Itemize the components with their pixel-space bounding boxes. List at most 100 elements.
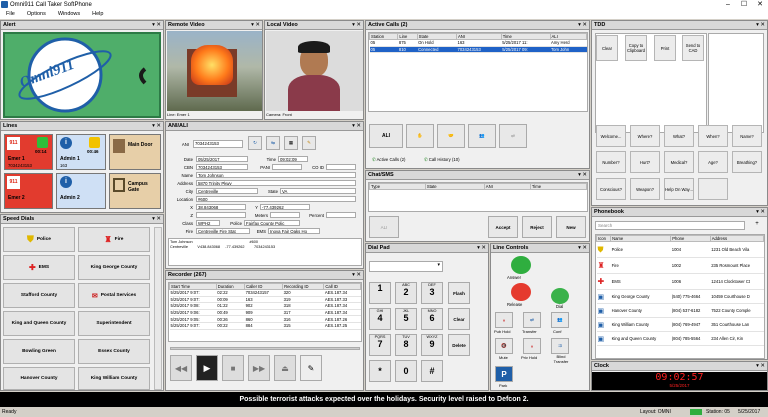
line-admin-1[interactable]: i 00:46 Admin 1 163: [56, 134, 106, 170]
speed-dial-king-and-queen[interactable]: King and Queen County: [3, 311, 75, 336]
panel-controls[interactable]: ▾ ✕: [477, 244, 486, 253]
table-row[interactable]: ▣ King George County (540) 775-4664 10459 C…: [596, 289, 764, 304]
transfer-icon[interactable]: ⇆: [266, 136, 280, 150]
key-6[interactable]: MNO 6: [421, 308, 443, 330]
table-row[interactable]: 05 875 On Hold 163 5/25/2017 11: Amy Herd: [369, 39, 587, 47]
transfer-icon[interactable]: ⇄: [499, 124, 527, 148]
column-header[interactable]: Type: [369, 183, 426, 190]
line-emer-1[interactable]: 911 00:14 Emer 1 7034243153: [4, 134, 53, 170]
phonebook-search[interactable]: Search: [595, 221, 745, 230]
ani-field[interactable]: 7034243153: [193, 140, 243, 148]
key-5[interactable]: JKL 5: [395, 308, 417, 330]
line-emer-2[interactable]: 911 Emer 2: [4, 173, 53, 209]
menu-options[interactable]: Options: [27, 11, 46, 17]
key-1[interactable]: 1: [369, 282, 391, 304]
new-button[interactable]: New: [556, 216, 586, 238]
scrollbar[interactable]: [154, 227, 162, 390]
line-admin-2[interactable]: i Admin 2: [56, 173, 106, 209]
key-0[interactable]: 0: [395, 360, 417, 382]
mute-icon[interactable]: 🔇: [495, 338, 513, 354]
panel-controls[interactable]: ▾ ✕: [352, 122, 361, 131]
panel-controls[interactable]: ▾ ✕: [152, 21, 161, 30]
speed-dial-king-william[interactable]: King William County: [78, 367, 150, 390]
edit-icon[interactable]: ✎: [302, 136, 316, 150]
panel-controls[interactable]: ▾ ✕: [756, 208, 765, 217]
notes-icon[interactable]: ✎: [300, 355, 322, 381]
eject-button[interactable]: ⏏: [274, 355, 296, 381]
table-row[interactable]: 5/25/2017 9:07: 00:09 163 319 AES.187.33: [169, 296, 361, 304]
phrase-button[interactable]: Medical?: [664, 151, 694, 173]
table-row[interactable]: ▣ Hanover County (804) 537-6182 7522 County…: [596, 303, 764, 318]
refresh-icon[interactable]: ↻: [248, 136, 262, 150]
speed-dial-bowling-green[interactable]: Bowling Green: [3, 339, 75, 364]
speed-dial-king-george[interactable]: King George County: [78, 255, 150, 280]
flash-button[interactable]: Flash: [448, 282, 470, 304]
group-icon[interactable]: 👥: [468, 124, 496, 148]
speed-dial-ems[interactable]: ✚ EMS: [3, 255, 75, 280]
speed-dial-hanover[interactable]: Hanover County: [3, 367, 75, 390]
key-8[interactable]: TUV 8: [395, 334, 417, 356]
rewind-button[interactable]: ◀◀: [170, 355, 192, 381]
phrase-button[interactable]: Breathing?: [732, 151, 762, 173]
pub-hold-icon[interactable]: ⏸: [495, 312, 513, 328]
ali-button[interactable]: ALI: [369, 124, 403, 148]
panel-controls[interactable]: ▾ ✕: [756, 21, 765, 30]
phrase-button[interactable]: Name?: [732, 125, 762, 147]
chat-ali-button[interactable]: ALI: [369, 216, 399, 238]
speed-dial-fire[interactable]: ♜ Fire: [78, 227, 150, 252]
column-header[interactable]: Time: [529, 183, 588, 190]
fast-forward-button[interactable]: ▶▶: [248, 355, 270, 381]
answer-icon[interactable]: [511, 256, 531, 274]
table-row-selected[interactable]: 05 810 Connected 7034243153 5/25/2017 09: Tom…: [369, 46, 587, 54]
phrase-button[interactable]: Where?: [630, 125, 660, 147]
phrase-button[interactable]: [698, 178, 728, 200]
table-row[interactable]: 5/25/2017 9:06: 00:49 909 317 AES.187.34: [169, 309, 361, 317]
table-row[interactable]: ✚ EMS 1006 12414 Clocktower Ct: [596, 273, 764, 290]
phrase-button[interactable]: When?: [698, 125, 728, 147]
panel-controls[interactable]: ▾ ✕: [352, 21, 361, 30]
conference-icon[interactable]: 👥: [551, 312, 569, 328]
clear-button[interactable]: Clear: [596, 35, 618, 61]
panel-controls[interactable]: ▾ ✕: [578, 21, 587, 30]
speed-dial-superintendent[interactable]: Superintendent: [78, 311, 150, 336]
phrase-button[interactable]: Age?: [698, 151, 728, 173]
playback-slider[interactable]: [170, 347, 360, 350]
key-3[interactable]: DEF 3: [421, 282, 443, 304]
panel-controls[interactable]: ▾ ✕: [578, 244, 587, 253]
phrase-button[interactable]: Conscious?: [596, 178, 626, 200]
handshake-icon[interactable]: 🤝: [437, 124, 465, 148]
line-campus-gate[interactable]: Campus Gate: [109, 173, 161, 209]
phrase-button[interactable]: What?: [664, 125, 694, 147]
table-row[interactable]: ▣ King William County (804) 769-4947 351 Co…: [596, 317, 764, 332]
menu-windows[interactable]: Windows: [58, 11, 80, 17]
release-icon[interactable]: [511, 283, 531, 301]
park-icon[interactable]: P: [495, 366, 513, 382]
tab-call-history[interactable]: ✆ Call History (10): [424, 157, 460, 163]
stop-button[interactable]: ■: [222, 355, 244, 381]
panel-controls[interactable]: ▾ ✕: [251, 21, 260, 30]
tab-active-calls[interactable]: ✆ Active Calls (2): [372, 157, 405, 163]
dial-input[interactable]: ▾: [369, 261, 443, 272]
transfer-icon[interactable]: ⇄: [523, 312, 541, 328]
hand-icon[interactable]: ✋: [406, 124, 434, 148]
table-row[interactable]: ♜ Fire 1002 235 Rosmount Place: [596, 257, 764, 274]
add-contact-button[interactable]: +: [750, 221, 764, 230]
speed-dial-police[interactable]: ⛊ Police: [3, 227, 75, 252]
panel-controls[interactable]: ▾ ✕: [152, 215, 161, 224]
column-header[interactable]: ANI: [483, 183, 531, 190]
table-row[interactable]: ⛊ Police 1004 1231 Old Beach Vila: [596, 241, 764, 258]
send-to-cad-button[interactable]: Send to CAD: [682, 35, 704, 61]
table-row[interactable]: 5/25/2017 9:07: 02:22 7034243157 320 AES.187…: [169, 289, 361, 297]
dial-icon[interactable]: [551, 288, 569, 304]
speed-dial-postal[interactable]: ✉ Postal Services: [78, 283, 150, 308]
accept-button[interactable]: Accept: [488, 216, 518, 238]
column-header[interactable]: State: [424, 183, 485, 190]
table-row[interactable]: ▣ King and Queen County (804) 785-5564 234 …: [596, 331, 764, 346]
speed-dial-stafford[interactable]: Stafford County: [3, 283, 75, 308]
phrase-button[interactable]: Welcome...: [596, 125, 626, 147]
menu-help[interactable]: Help: [92, 11, 103, 17]
phrase-button[interactable]: Number?: [596, 151, 626, 173]
table-row[interactable]: 5/25/2017 9:07: 00:22 884 315 AES.187.25: [169, 322, 361, 330]
speed-dial-essex[interactable]: Essex County: [78, 339, 150, 364]
key-7[interactable]: PQRS 7: [369, 334, 391, 356]
